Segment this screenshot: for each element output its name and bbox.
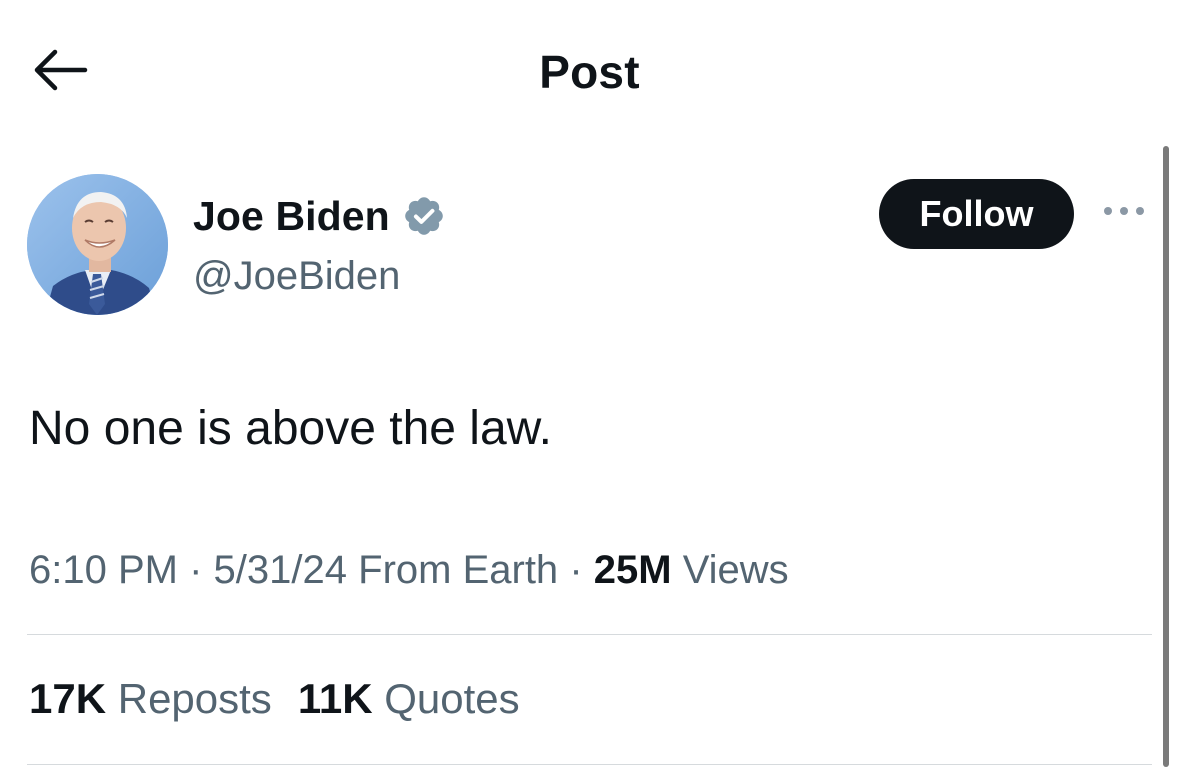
post-stats: 17K Reposts 11K Quotes	[29, 670, 520, 728]
author-name-row: Joe Biden	[193, 190, 446, 242]
verified-badge-icon[interactable]	[402, 194, 446, 238]
post-meta: 6:10 PM · 5/31/24 From Earth · 25M Views	[29, 542, 789, 598]
author-handle[interactable]: @JoeBiden	[193, 250, 400, 302]
quotes-stat[interactable]: 11K Quotes	[298, 670, 520, 728]
views-count: 25M	[593, 548, 672, 592]
meta-separator: ·	[569, 548, 583, 592]
quotes-count: 11K	[297, 675, 373, 722]
views-label: Views	[682, 548, 789, 592]
reposts-label: Reposts	[117, 675, 272, 722]
post-text: No one is above the law.	[29, 402, 553, 455]
page-title: Post	[539, 46, 640, 98]
post-date[interactable]: 5/31/24	[214, 548, 347, 592]
divider	[27, 634, 1152, 635]
author-display-name[interactable]: Joe Biden	[193, 190, 390, 242]
avatar[interactable]	[27, 174, 168, 315]
follow-button[interactable]: Follow	[879, 179, 1074, 249]
reposts-count: 17K	[29, 675, 107, 722]
quotes-label: Quotes	[384, 675, 520, 722]
post-location: From Earth	[358, 548, 559, 592]
meta-separator: ·	[189, 548, 203, 592]
divider	[27, 764, 1152, 765]
more-horizontal-icon	[1102, 204, 1146, 222]
reposts-stat[interactable]: 17K Reposts	[29, 670, 272, 728]
scrollbar[interactable]	[1163, 146, 1169, 767]
post-time[interactable]: 6:10 PM	[29, 548, 178, 592]
more-options-button[interactable]	[1098, 196, 1150, 230]
